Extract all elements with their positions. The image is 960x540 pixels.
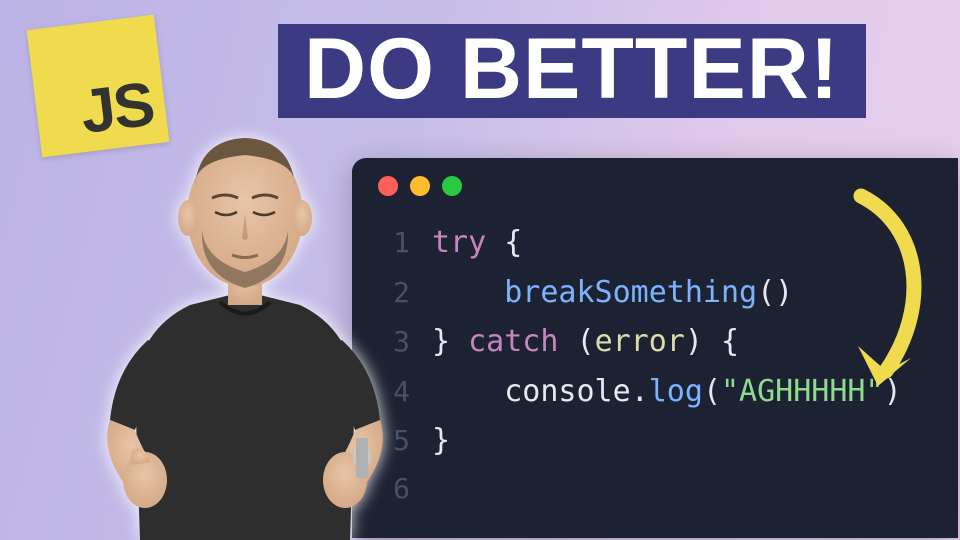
code-body: 1try {2 breakSomething()3} catch (error)…: [372, 218, 938, 512]
code-token: {: [486, 218, 522, 268]
code-token: }: [432, 317, 468, 367]
code-token: }: [432, 416, 450, 466]
code-token: (): [757, 268, 793, 318]
code-token: catch: [468, 317, 558, 367]
code-token: [432, 268, 504, 318]
code-token: [432, 367, 504, 417]
maximize-icon: [442, 176, 462, 196]
code-token: (: [558, 317, 594, 367]
code-line: 2 breakSomething(): [372, 268, 938, 318]
code-line: 1try {: [372, 218, 938, 268]
code-token: console: [504, 367, 630, 417]
code-editor-window: 1try {2 breakSomething()3} catch (error)…: [352, 158, 958, 538]
code-token: .: [631, 367, 649, 417]
code-token: ): [884, 367, 902, 417]
code-token: breakSomething: [504, 268, 757, 318]
code-line: 4 console.log("AGHHHHH"): [372, 367, 938, 417]
code-line: 5}: [372, 416, 938, 466]
code-token: error: [595, 317, 685, 367]
window-traffic-lights: [378, 176, 938, 196]
code-line: 6: [372, 466, 938, 512]
code-token: "AGHHHHH": [721, 367, 884, 417]
code-line: 3} catch (error) {: [372, 317, 938, 367]
meditating-man-figure: [60, 90, 430, 540]
code-token: (: [703, 367, 721, 417]
code-token: ) {: [685, 317, 739, 367]
code-token: log: [649, 367, 703, 417]
code-token: try: [432, 218, 486, 268]
